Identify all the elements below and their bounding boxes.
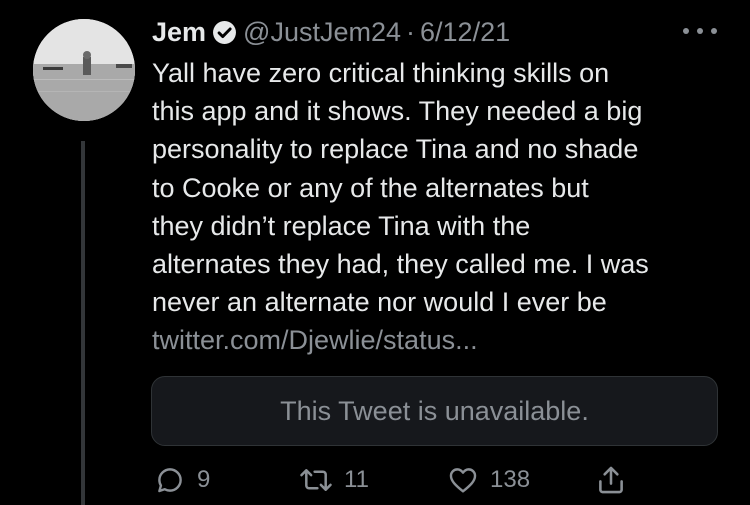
tweet-header: Jem @JustJem24 · 6/12/21	[152, 14, 510, 50]
tweet-text-line: alternates they had, they called me. I w…	[152, 249, 649, 280]
like-count: 138	[490, 466, 531, 493]
retweet-count: 11	[344, 466, 369, 493]
like-button[interactable]: 138	[446, 460, 530, 500]
tweet-text-line: personality to replace Tina and no shade	[152, 134, 639, 165]
retweet-button[interactable]: 11	[298, 460, 369, 500]
tweet-link[interactable]: twitter.com/Djewlie/status...	[152, 321, 732, 359]
heart-icon	[449, 468, 477, 493]
tweet-text-line: to Cooke or any of the alternates but	[152, 172, 589, 203]
avatar[interactable]	[33, 19, 135, 121]
verified-badge-icon	[212, 20, 237, 45]
reply-button[interactable]: 9	[153, 460, 210, 500]
reply-count: 9	[197, 466, 211, 493]
tweet-date[interactable]: 6/12/21	[420, 17, 510, 48]
tweet-actions: 9 11 138	[0, 460, 750, 500]
retweet-icon	[300, 469, 332, 491]
avatar-photo-icon	[33, 19, 135, 121]
quoted-tweet-message: This Tweet is unavailable.	[280, 395, 589, 426]
author-handle[interactable]: @JustJem24	[243, 17, 401, 48]
tweet: Jem @JustJem24 · 6/12/21 Yall have zero …	[0, 0, 750, 505]
tweet-text-line: they didn’t replace Tina with the	[152, 210, 531, 241]
reply-icon	[158, 468, 182, 493]
tweet-text-line: never an alternate nor would I ever be	[152, 287, 607, 318]
share-button[interactable]	[594, 460, 628, 500]
tweet-text-line: this app and it shows. They needed a big	[152, 96, 643, 127]
share-icon	[599, 466, 623, 494]
more-options-icon[interactable]	[683, 20, 717, 42]
quoted-tweet-unavailable[interactable]: This Tweet is unavailable.	[151, 376, 718, 446]
author-name[interactable]: Jem	[152, 17, 206, 48]
thread-line	[81, 141, 85, 505]
tweet-text-line: Yall have zero critical thinking skills …	[152, 58, 610, 88]
header-separator: ·	[406, 16, 416, 47]
tweet-text: Yall have zero critical thinking skills …	[152, 54, 732, 360]
